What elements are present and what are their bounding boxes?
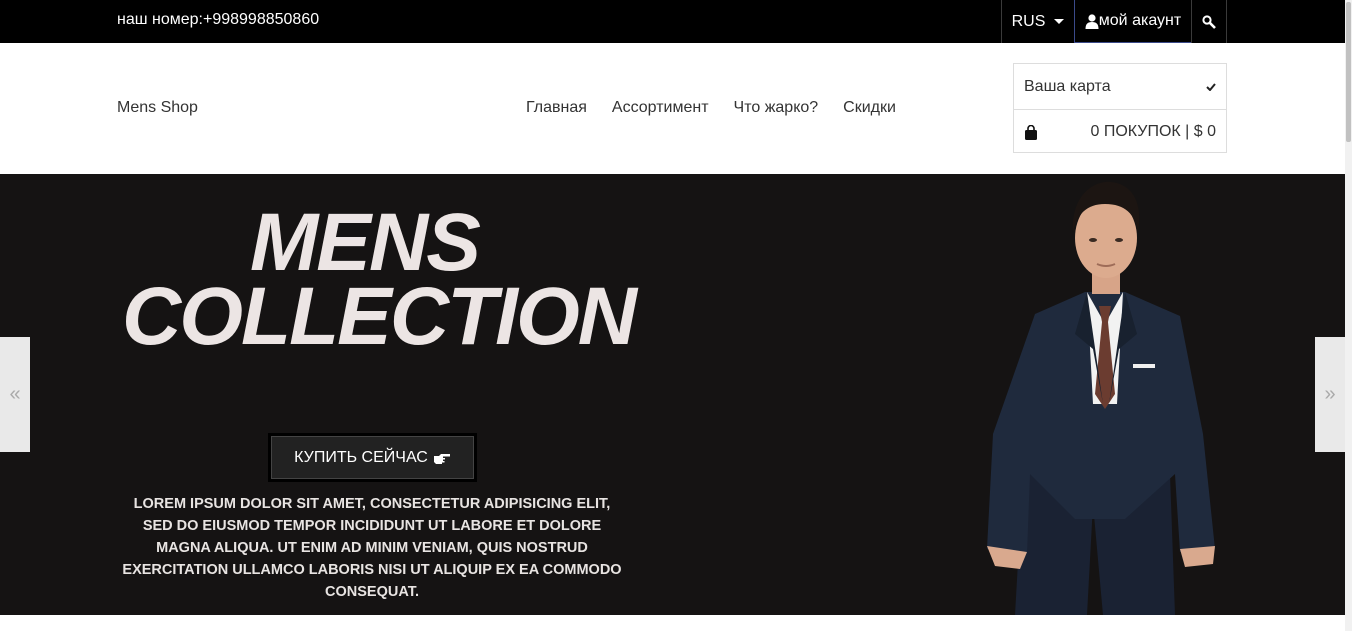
hero-banner: MENS COLLECTION КУПИТЬ СЕЙЧАС LOREM IPSU… <box>0 174 1345 615</box>
carousel-prev-button[interactable]: « <box>0 337 30 452</box>
top-bar: наш номер:+998998850860 RUS мой акаунт <box>0 0 1345 43</box>
shopping-bag-icon <box>1025 124 1037 140</box>
cart-title: Ваша карта <box>1024 77 1111 95</box>
buy-now-button[interactable]: КУПИТЬ СЕЙЧАС <box>268 433 477 482</box>
hero-title-line2: COLLECTION <box>122 271 637 362</box>
nav-item-home[interactable]: Главная <box>526 99 587 117</box>
nav-item-sale[interactable]: Скидки <box>843 99 896 117</box>
carousel-next-button[interactable]: » <box>1315 337 1345 452</box>
cart-dropdown[interactable]: Ваша карта <box>1014 64 1226 110</box>
nav-item-hot[interactable]: Что жарко? <box>734 99 819 117</box>
phone-number: наш номер:+998998850860 <box>117 11 320 28</box>
search-button[interactable] <box>1191 0 1227 43</box>
buy-now-label: КУПИТЬ СЕЙЧАС <box>294 448 428 466</box>
hand-pointing-icon <box>433 453 450 464</box>
nav-item-catalog[interactable]: Ассортимент <box>612 99 709 117</box>
cart-summary-row[interactable]: 0 ПОКУПОК | $ 0 <box>1014 110 1226 154</box>
language-label: RUS <box>1011 12 1046 30</box>
check-icon <box>1206 82 1216 91</box>
scrollbar-thumb[interactable] <box>1346 2 1351 142</box>
account-label: мой акаунт <box>1098 12 1182 29</box>
cart-summary: 0 ПОКУПОК | $ 0 <box>1090 123 1216 140</box>
cart-widget: Ваша карта 0 ПОКУПОК | $ 0 <box>1013 63 1227 153</box>
caret-down-icon <box>1054 19 1065 24</box>
hero-description: LOREM IPSUM DOLOR SIT AMET, CONSECTETUR … <box>122 496 622 600</box>
language-selector[interactable]: RUS <box>1001 0 1074 43</box>
model-photo <box>987 181 1215 615</box>
page-scrollbar[interactable] <box>1345 0 1352 631</box>
user-icon <box>1085 13 1099 29</box>
search-icon <box>1202 14 1216 29</box>
main-nav: Главная Ассортимент Что жарко? Скидки <box>526 99 896 117</box>
account-button[interactable]: мой акаунт <box>1074 0 1192 43</box>
brand-logo[interactable]: Mens Shop <box>117 99 198 117</box>
